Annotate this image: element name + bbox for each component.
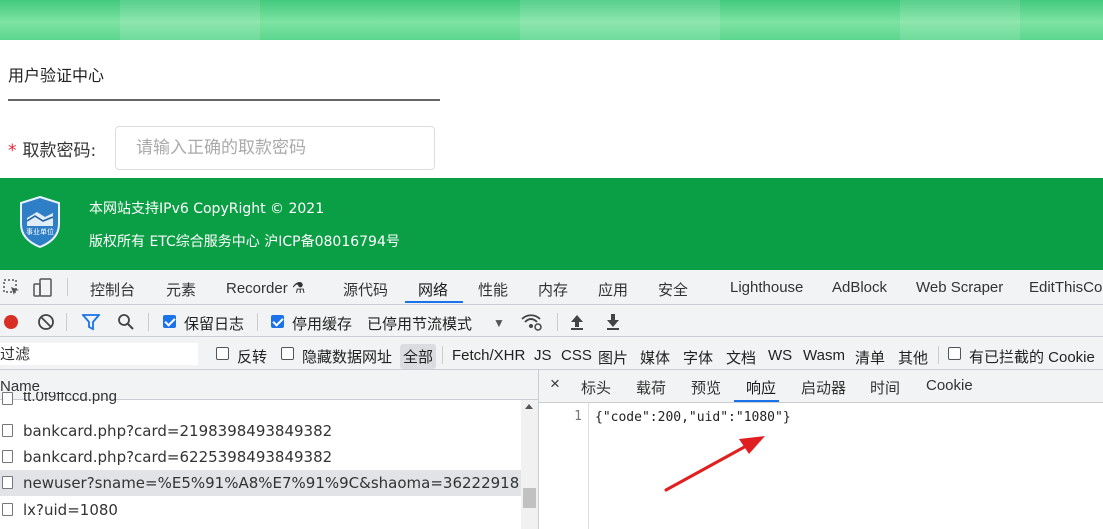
- scroll-up-arrow-icon[interactable]: [525, 404, 533, 409]
- document-file-icon: [2, 450, 13, 463]
- tab-elements[interactable]: 元素: [166, 279, 196, 300]
- blocked-cookies-checkbox[interactable]: [948, 347, 961, 360]
- tab-performance[interactable]: 性能: [478, 279, 508, 300]
- tab-preview[interactable]: 预览: [691, 377, 721, 398]
- tab-adblock[interactable]: AdBlock: [832, 279, 887, 296]
- blocked-cookies-label: 有已拦截的 Cookie: [969, 349, 1095, 366]
- toolbar-divider: [66, 313, 67, 331]
- toolbar-divider: [257, 313, 258, 331]
- filter-type-media[interactable]: 媒体: [640, 347, 670, 368]
- tab-timing[interactable]: 时间: [870, 377, 900, 398]
- hide-data-urls-label: 隐藏数据网址: [302, 349, 393, 366]
- filter-type-other[interactable]: 其他: [898, 347, 928, 368]
- active-tab-indicator: [405, 301, 463, 303]
- title-underline: [8, 99, 440, 101]
- password-label-text: 取款密码:: [22, 141, 97, 161]
- tab-editthiscookie[interactable]: EditThisCoo: [1029, 279, 1103, 296]
- response-body[interactable]: {"code":200,"uid":"1080"}: [595, 410, 791, 425]
- page-title: 用户验证中心: [8, 66, 105, 85]
- toolbar-divider: [148, 313, 149, 331]
- svg-text:事业单位: 事业单位: [26, 227, 54, 236]
- request-row[interactable]: bankcard.php?card=2198398493849382: [0, 418, 521, 444]
- toolbar-divider: [557, 313, 558, 331]
- tab-initiator[interactable]: 启动器: [801, 377, 846, 398]
- filter-type-ws[interactable]: WS: [768, 347, 792, 364]
- request-row[interactable]: bankcard.php?card=6225398493849382: [0, 444, 521, 470]
- tab-network[interactable]: 网络: [418, 279, 448, 300]
- filter-icon[interactable]: [82, 313, 100, 331]
- clear-icon[interactable]: [37, 313, 55, 331]
- network-toolbar: 保留日志 停用缓存 已停用节流模式 ▼: [0, 305, 1103, 337]
- hide-data-urls-checkbox[interactable]: [281, 347, 294, 360]
- password-input[interactable]: [115, 126, 435, 170]
- filter-type-doc[interactable]: 文档: [726, 347, 756, 368]
- device-toolbar-icon[interactable]: [33, 278, 53, 298]
- toolbar-divider: [442, 346, 443, 364]
- request-list-scrollbar[interactable]: [521, 400, 538, 529]
- tab-sources[interactable]: 源代码: [343, 279, 388, 300]
- filter-type-font[interactable]: 字体: [683, 347, 713, 368]
- tab-application[interactable]: 应用: [598, 279, 628, 300]
- tab-web-scraper[interactable]: Web Scraper: [916, 279, 1003, 296]
- export-har-icon[interactable]: [605, 313, 621, 331]
- filter-type-img[interactable]: 图片: [598, 347, 628, 368]
- preserve-log-label: 保留日志: [184, 316, 245, 333]
- filter-type-manifest[interactable]: 清单: [855, 347, 885, 368]
- import-har-icon[interactable]: [569, 313, 585, 331]
- required-asterisk: *: [8, 141, 17, 161]
- tab-recorder[interactable]: Recorder ⚗: [226, 279, 305, 297]
- close-icon[interactable]: ×: [550, 374, 560, 394]
- filter-type-wasm[interactable]: Wasm: [803, 347, 845, 364]
- tab-lighthouse[interactable]: Lighthouse: [730, 279, 803, 296]
- request-row[interactable]: tt.0f9ffccd.png: [0, 392, 521, 410]
- filter-type-css[interactable]: CSS: [561, 347, 592, 364]
- tab-security[interactable]: 安全: [658, 279, 688, 300]
- password-label: * 取款密码:: [8, 136, 96, 161]
- inspect-element-icon[interactable]: [3, 279, 21, 297]
- chevron-down-icon[interactable]: ▼: [493, 315, 505, 331]
- active-detail-tab-indicator: [734, 400, 779, 402]
- network-conditions-icon[interactable]: [521, 312, 543, 332]
- record-icon[interactable]: [2, 313, 20, 331]
- filter-type-js[interactable]: JS: [534, 347, 552, 364]
- tab-payload[interactable]: 载荷: [636, 377, 666, 398]
- filter-type-fetch-xhr[interactable]: Fetch/XHR: [452, 347, 525, 364]
- footer-copyright: 本网站支持IPv6 CopyRight © 2021: [89, 201, 325, 217]
- throttle-select[interactable]: 已停用节流模式: [367, 313, 472, 334]
- toolbar-divider: [67, 278, 68, 296]
- image-file-icon: [2, 392, 13, 405]
- public-institution-emblem-icon: 事业单位: [20, 196, 60, 248]
- site-footer: [0, 178, 1103, 270]
- disable-cache-checkbox[interactable]: [271, 315, 284, 328]
- line-number-gutter: 1: [539, 403, 589, 529]
- request-row[interactable]: lx?uid=1080: [0, 497, 521, 523]
- top-banner-image: [0, 0, 1103, 40]
- footer-icp: 版权所有 ETC综合服务中心 沪ICP备08016794号: [89, 234, 400, 250]
- document-file-icon: [2, 476, 13, 489]
- scrollbar-thumb[interactable]: [523, 488, 536, 508]
- document-file-icon: [2, 503, 13, 516]
- request-row-selected[interactable]: newuser?sname=%E5%91%A8%E7%91%9C&shaoma=…: [0, 470, 521, 496]
- tab-console[interactable]: 控制台: [90, 279, 135, 300]
- invert-checkbox[interactable]: [216, 347, 229, 360]
- search-icon[interactable]: [117, 313, 135, 331]
- detail-tab-bar: × 标头 载荷 预览 响应 启动器 时间 Cookie: [539, 370, 1103, 403]
- line-number: 1: [574, 409, 582, 424]
- tab-response[interactable]: 响应: [746, 377, 776, 398]
- invert-label: 反转: [237, 349, 268, 366]
- filter-type-all[interactable]: 全部: [400, 344, 437, 369]
- filter-input[interactable]: [0, 343, 198, 365]
- tab-memory[interactable]: 内存: [538, 279, 568, 300]
- preserve-log-checkbox[interactable]: [163, 315, 176, 328]
- tab-headers[interactable]: 标头: [581, 377, 611, 398]
- devtools-tab-bar: 控制台 元素 Recorder ⚗ 源代码 网络 性能 内存 应用 安全 Lig…: [0, 270, 1103, 305]
- tab-cookies[interactable]: Cookie: [926, 377, 973, 394]
- request-detail-panel: × 标头 载荷 预览 响应 启动器 时间 Cookie 1 {"code":20…: [539, 370, 1103, 529]
- document-file-icon: [2, 424, 13, 437]
- disable-cache-label: 停用缓存: [292, 316, 353, 333]
- toolbar-divider: [938, 346, 939, 364]
